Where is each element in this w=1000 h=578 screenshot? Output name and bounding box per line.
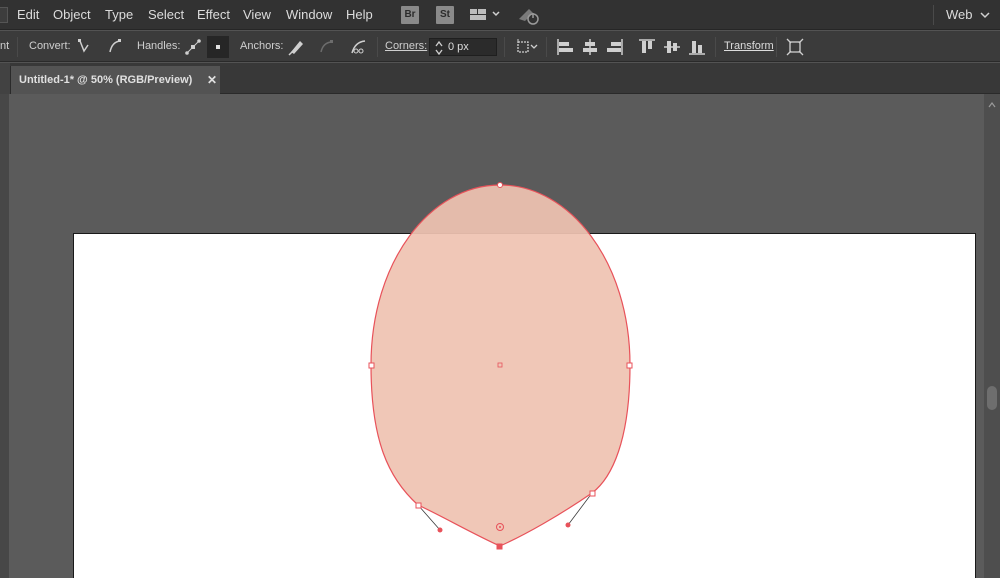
anchor-point-top[interactable] [497,182,503,188]
anchor-point-left[interactable] [368,362,375,369]
bezier-handle-point[interactable] [437,527,443,533]
selected-shape-layer [368,182,633,550]
anchor-point-lower-left[interactable] [415,502,422,509]
live-corner-widget-dot [499,526,501,528]
bezier-handle-point[interactable] [565,522,571,528]
anchor-point-right[interactable] [626,362,633,369]
anchor-point-bottom-selected[interactable] [496,543,503,550]
vertical-scrollbar[interactable] [984,94,1000,578]
scroll-up-icon[interactable] [988,98,996,112]
anchor-point-lower-right[interactable] [589,490,596,497]
scrollbar-thumb[interactable] [987,386,997,410]
